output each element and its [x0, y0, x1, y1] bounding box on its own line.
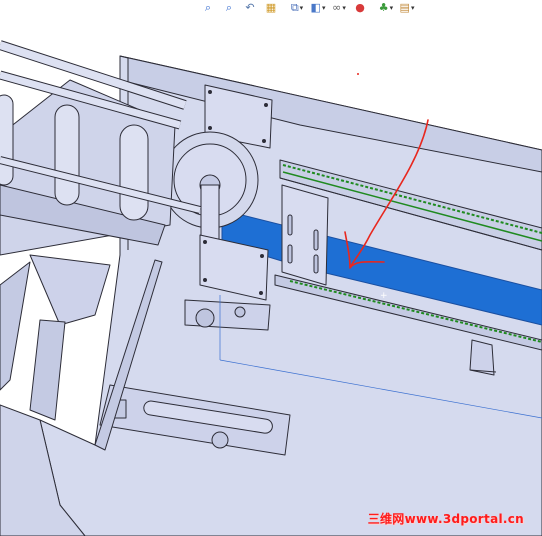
chute-leg-post[interactable] [29, 319, 66, 421]
zoom-to-area-icon: ⌕ [225, 1, 233, 14]
roller-1[interactable] [0, 94, 14, 186]
roller-2[interactable] [54, 104, 80, 206]
edit-appearance-button[interactable]: ● [350, 0, 370, 16]
chevron-down-icon[interactable]: ▾ [300, 4, 304, 12]
chevron-down-icon[interactable]: ▾ [322, 4, 326, 12]
annotation-dot [357, 73, 359, 75]
roller-3[interactable] [119, 124, 149, 221]
view-orientation-icon: ⧉ [290, 1, 299, 14]
cursor-cross: + [380, 291, 388, 301]
chute-leg-left[interactable] [0, 261, 31, 391]
3d-viewport[interactable]: + [0, 0, 542, 536]
edit-appearance-icon: ● [355, 1, 365, 14]
chute-leg-funnel[interactable] [29, 254, 111, 326]
view-settings-icon: ▤ [399, 1, 410, 14]
apply-scene-button[interactable]: ♣ ▾ [376, 0, 396, 16]
previous-view-button[interactable]: ↶ [240, 0, 260, 16]
zoom-to-area-button[interactable]: ⌕ [219, 0, 239, 16]
zoom-to-fit-button[interactable]: ⌕ [198, 0, 218, 16]
display-style-button[interactable]: ◧ ▾ [308, 0, 328, 16]
chevron-down-icon[interactable]: ▾ [342, 4, 346, 12]
view-settings-button[interactable]: ▤ ▾ [397, 0, 417, 16]
previous-view-icon: ↶ [245, 1, 255, 14]
hide-show-items-icon: ∞ [332, 1, 342, 14]
view-toolbar: ⌕ ⌕ ↶ ▦ ⧉ ▾ ◧ ▾ ∞ ▾ ● ♣ ▾ ▤ ▾ [198, 0, 417, 16]
hide-show-items-button[interactable]: ∞ ▾ [329, 0, 349, 16]
view-orientation-button[interactable]: ⧉ ▾ [287, 0, 307, 16]
section-view-icon: ▦ [265, 1, 277, 14]
display-style-icon: ◧ [310, 1, 321, 14]
chevron-down-icon[interactable]: ▾ [390, 4, 394, 12]
section-view-button[interactable]: ▦ [261, 0, 281, 16]
chevron-down-icon[interactable]: ▾ [411, 4, 415, 12]
zoom-to-fit-icon: ⌕ [204, 1, 212, 14]
apply-scene-icon: ♣ [378, 1, 389, 14]
small-latch[interactable] [469, 339, 495, 376]
watermark-text: 三维网www.3dportal.cn [367, 512, 524, 526]
